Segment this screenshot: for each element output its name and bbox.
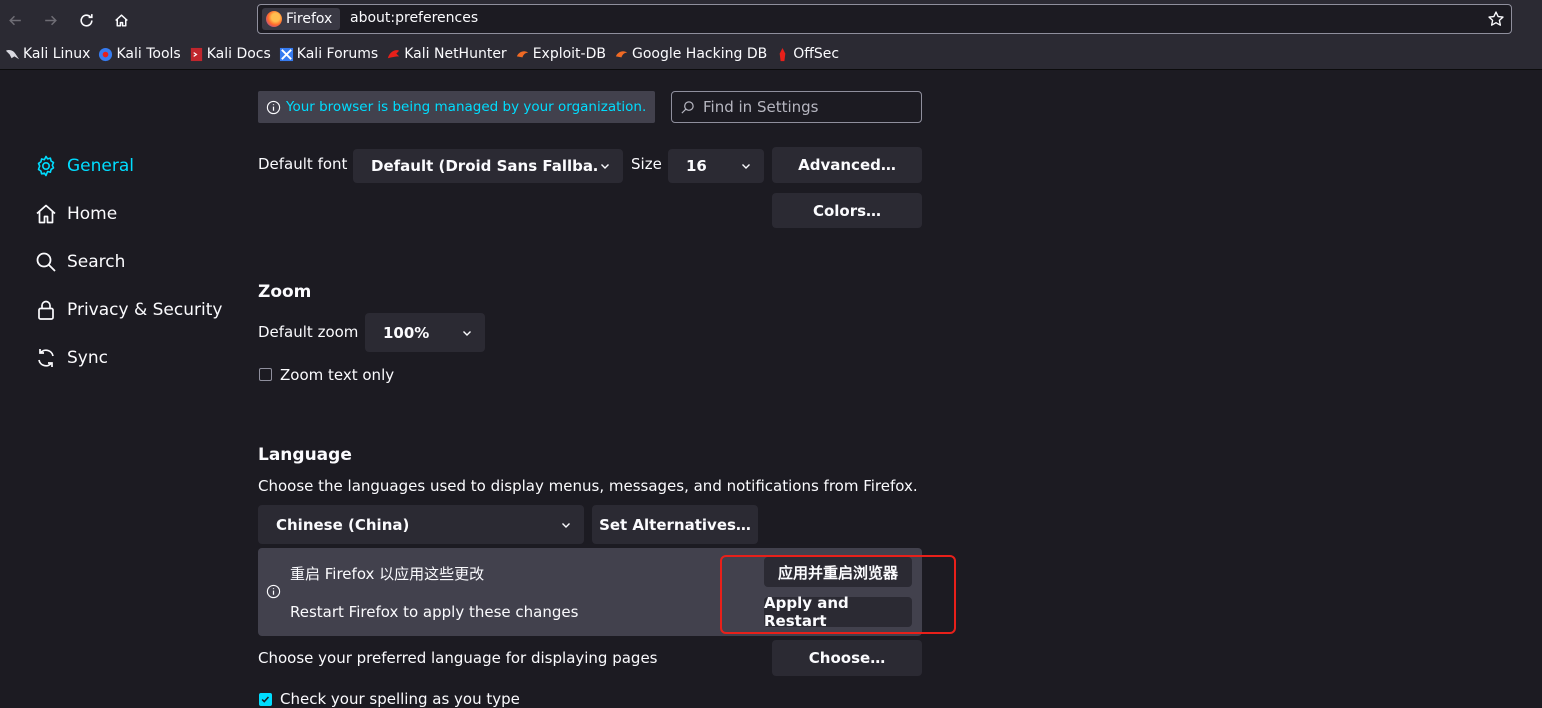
colors-button[interactable]: Colors… [772,193,922,228]
browser-language-value: Chinese (China) [276,515,410,534]
zoom-text-only-label: Zoom text only [280,366,395,384]
set-alternatives-button[interactable]: Set Alternatives… [592,505,758,544]
chevron-down-icon [463,330,471,336]
managed-by-organization-notice[interactable]: Your browser is being managed by your or… [258,91,655,123]
reload-button[interactable] [74,8,98,32]
red-highlight-box [720,555,956,634]
font-size-value: 16 [686,157,707,175]
checkmark-icon [261,696,270,703]
bookmarks-toolbar: Kali Linux Kali Tools Kali Docs Kali For… [0,39,1542,70]
bookmark-kali-forums[interactable]: Kali Forums [276,42,383,66]
kali-forums-icon [279,47,294,62]
bookmark-kali-nethunter[interactable]: Kali NetHunter [383,42,511,66]
exploit-db-icon [515,47,530,62]
bookmark-kali-tools[interactable]: Kali Tools [95,42,185,66]
identity-box[interactable]: Firefox [262,8,341,30]
home-icon [36,204,56,224]
sidebar-item-privacy-security[interactable]: Privacy & Security [34,294,222,326]
browser-language-select[interactable]: Chinese (China) [258,505,584,544]
ghdb-icon [614,47,629,62]
default-font-label: Default font [258,155,348,173]
home-button[interactable] [109,8,133,32]
zoom-text-only-checkbox[interactable] [259,368,272,381]
default-zoom-value: 100% [383,323,430,342]
back-button[interactable] [3,8,27,32]
page-language-label: Choose your preferred language for displ… [258,649,658,667]
sidebar-item-label: Search [67,252,126,272]
kali-nethunter-icon [386,47,401,62]
zoom-heading: Zoom [258,282,312,302]
advanced-fonts-button[interactable]: Advanced… [772,147,922,183]
firefox-logo-icon [266,11,282,27]
sidebar-item-general[interactable]: General [34,150,134,182]
default-font-select[interactable]: Default (Droid Sans Fallba… [353,149,623,183]
spellcheck-checkbox[interactable] [259,693,272,706]
font-size-select[interactable]: 16 [668,149,764,183]
chevron-down-icon [562,522,570,528]
search-icon [681,100,694,114]
sidebar-item-label: Privacy & Security [67,300,223,320]
gear-icon [37,155,55,177]
reload-icon [79,13,93,27]
sync-icon [38,349,54,367]
url-bar[interactable]: Firefox about:preferences [257,4,1512,34]
restart-notice-text-zh: 重启 Firefox 以应用这些更改 [290,565,485,583]
forward-icon [44,15,57,25]
offsec-icon [775,47,790,62]
choose-page-language-button[interactable]: Choose… [772,640,922,676]
find-in-settings[interactable] [671,91,922,123]
sidebar-item-label: Sync [67,348,108,368]
home-icon [114,13,128,27]
font-size-label: Size [631,155,662,173]
kali-tools-icon [98,47,113,62]
bookmark-google-hacking-db[interactable]: Google Hacking DB [611,42,772,66]
spellcheck-label: Check your spelling as you type [280,690,520,708]
bookmark-exploit-db[interactable]: Exploit-DB [512,42,611,66]
chevron-down-icon [601,164,609,169]
sidebar-item-label: General [67,156,134,176]
forward-button[interactable] [38,8,62,32]
find-in-settings-input[interactable] [701,97,915,117]
bookmark-star-icon[interactable] [1487,10,1505,28]
default-zoom-select[interactable]: 100% [365,313,485,352]
back-icon [8,15,21,25]
default-zoom-label: Default zoom [258,323,359,341]
identity-label: Firefox [286,11,333,27]
sidebar-item-label: Home [67,204,118,224]
info-icon [266,100,281,114]
kali-docs-icon [189,47,204,62]
language-description: Choose the languages used to display men… [258,477,918,495]
bookmark-kali-docs[interactable]: Kali Docs [186,42,276,66]
language-heading: Language [258,445,352,465]
search-icon [36,252,56,272]
info-icon [266,584,281,599]
chevron-down-icon [742,164,750,169]
sidebar-item-home[interactable]: Home [34,198,117,230]
bookmark-kali-linux[interactable]: Kali Linux [2,42,95,66]
sidebar-item-sync[interactable]: Sync [34,342,108,374]
url-text[interactable]: about:preferences [350,10,478,26]
browser-toolbar: Firefox about:preferences [0,0,1542,39]
restart-notice-text-en: Restart Firefox to apply these changes [290,603,579,621]
managed-notice-text: Your browser is being managed by your or… [286,99,647,115]
bookmark-offsec[interactable]: OffSec [772,42,844,66]
default-font-value: Default (Droid Sans Fallba… [371,157,599,175]
sidebar-item-search[interactable]: Search [34,246,125,278]
kali-dragon-icon [5,47,20,62]
lock-icon [38,300,54,320]
